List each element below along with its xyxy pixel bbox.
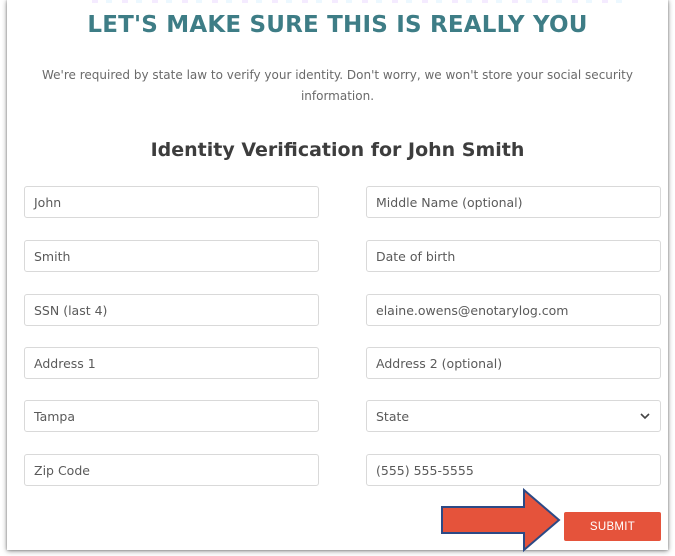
ssn-last4-placeholder: SSN (last 4) [34, 302, 108, 318]
address1-input[interactable]: Address 1 [24, 347, 319, 379]
date-of-birth-input[interactable]: Date of birth [366, 240, 661, 272]
page: LET'S MAKE SURE THIS IS REALLY YOU We're… [0, 0, 675, 556]
city-value: Tampa [34, 408, 75, 424]
decorative-top-strip [92, 0, 632, 3]
state-selected-value: State [376, 408, 410, 424]
form-heading: Identity Verification for John Smith [150, 139, 525, 161]
city-input[interactable]: Tampa [24, 400, 319, 432]
date-of-birth-placeholder: Date of birth [376, 248, 456, 264]
email-value: elaine.owens@enotarylog.com [376, 302, 569, 318]
email-input[interactable]: elaine.owens@enotarylog.com [366, 294, 661, 326]
phone-value: (555) 555-5555 [376, 462, 474, 478]
zip-code-input[interactable]: Zip Code [24, 454, 319, 486]
address2-placeholder: Address 2 (optional) [376, 355, 503, 371]
address2-input[interactable]: Address 2 (optional) [366, 347, 661, 379]
ssn-last4-input[interactable]: SSN (last 4) [24, 294, 319, 326]
last-name-input[interactable]: Smith [24, 240, 319, 272]
state-select[interactable]: State [366, 400, 661, 432]
chevron-down-icon [639, 410, 651, 422]
first-name-value: John [34, 194, 62, 210]
last-name-value: Smith [34, 248, 71, 264]
page-title: LET'S MAKE SURE THIS IS REALLY YOU [87, 12, 588, 38]
middle-name-input[interactable]: Middle Name (optional) [366, 186, 661, 218]
page-subtitle: We're required by state law to verify yo… [42, 68, 633, 103]
first-name-input[interactable]: John [24, 186, 319, 218]
submit-button[interactable]: SUBMIT [564, 512, 661, 541]
middle-name-placeholder: Middle Name (optional) [376, 194, 523, 210]
zip-code-placeholder: Zip Code [34, 462, 90, 478]
address1-placeholder: Address 1 [34, 355, 96, 371]
arrow-right-icon [441, 487, 561, 553]
phone-input[interactable]: (555) 555-5555 [366, 454, 661, 486]
